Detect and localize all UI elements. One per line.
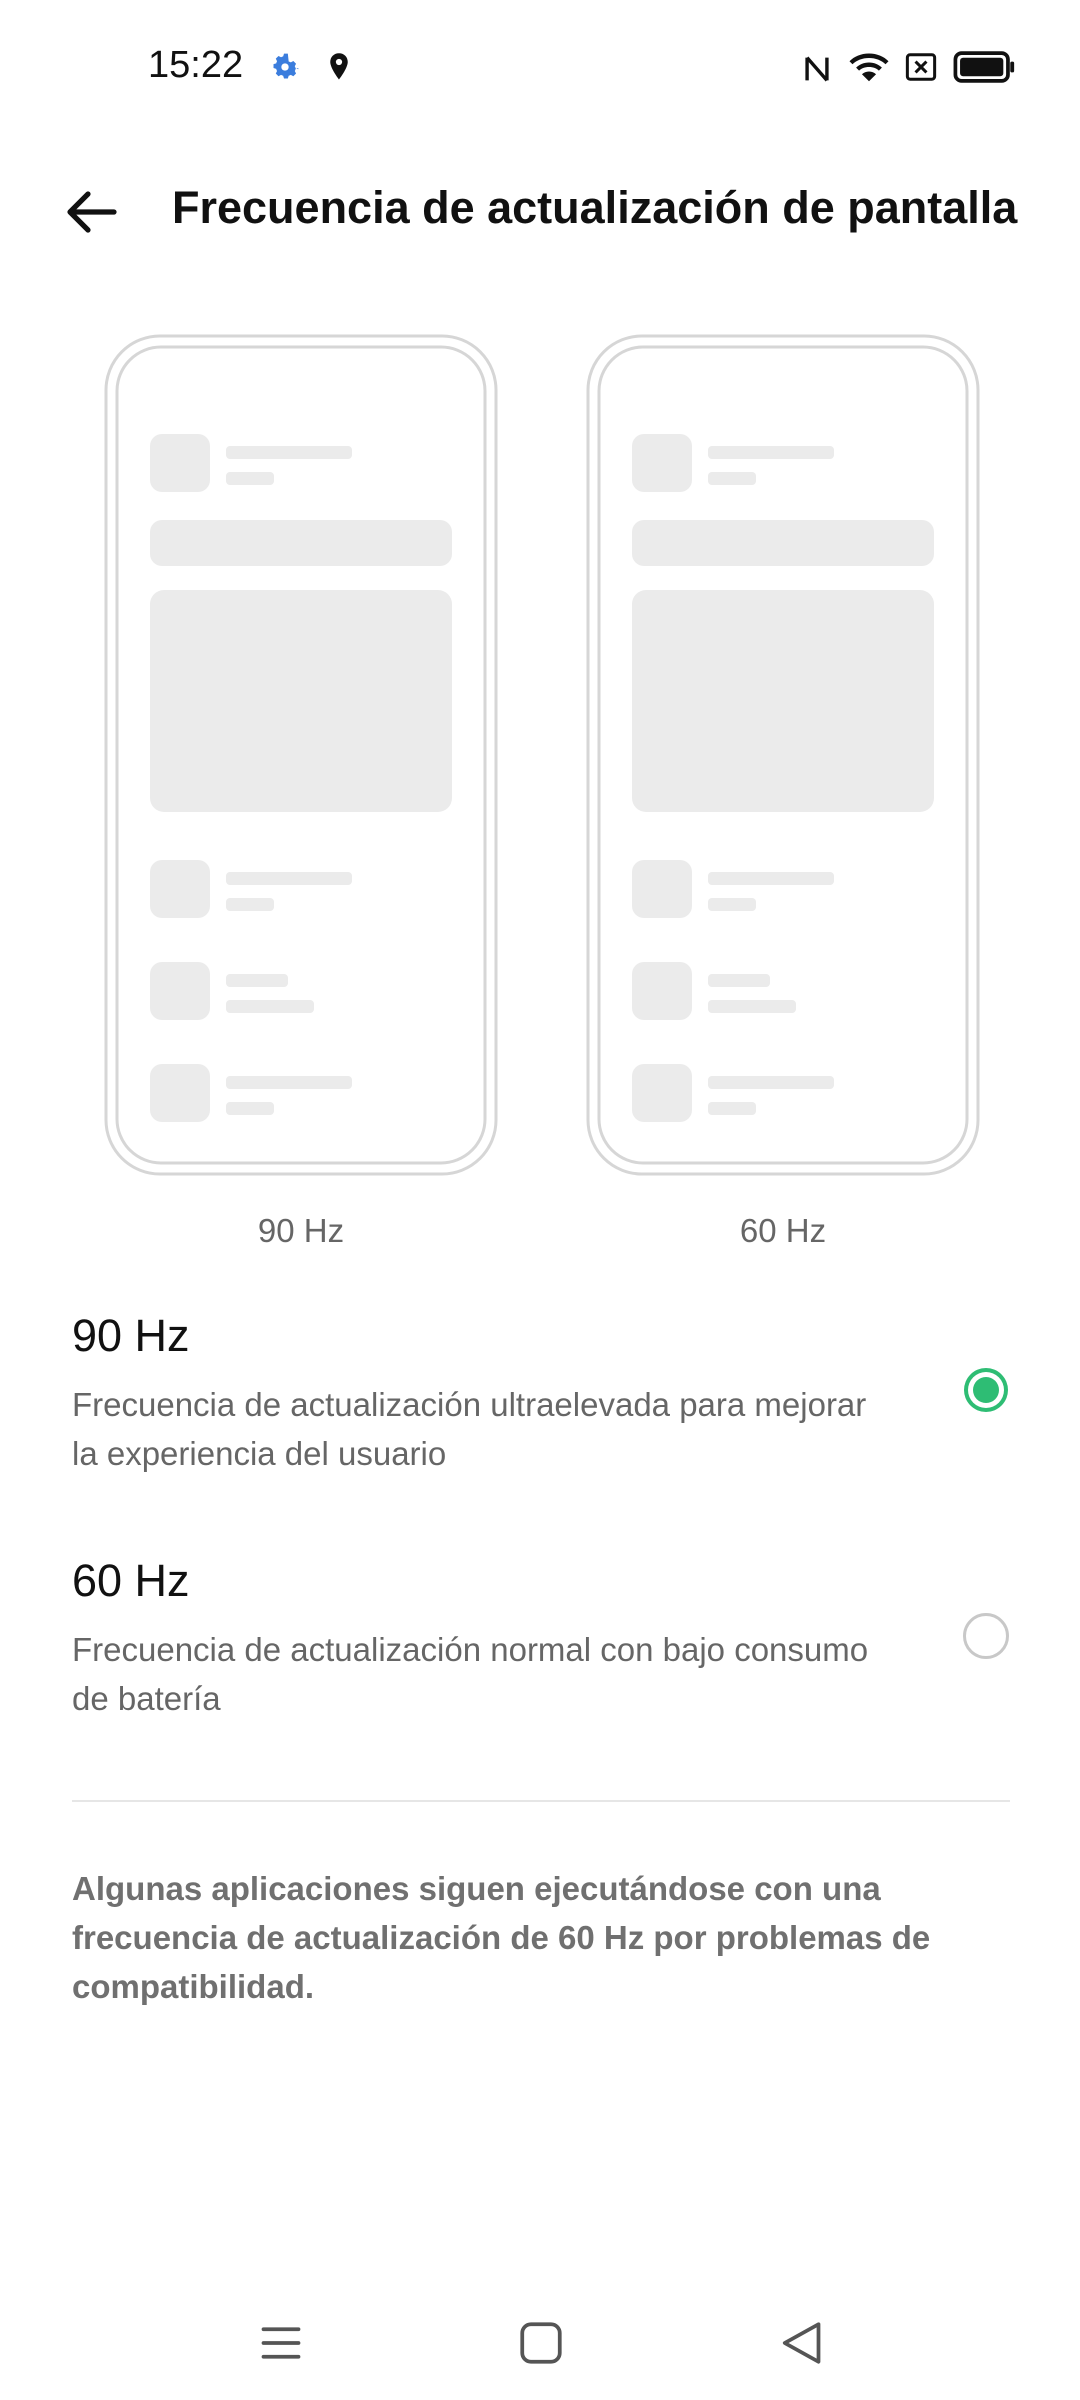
divider (72, 1800, 1010, 1802)
back-arrow-icon[interactable] (60, 180, 124, 244)
wifi-icon (849, 53, 889, 82)
preview-90hz-phone[interactable] (104, 334, 498, 1176)
option-60hz-description: Frecuencia de actualización normal con b… (72, 1631, 869, 1717)
page-title: Frecuencia de actualización de pantalla (172, 182, 1018, 233)
compatibility-note: Algunas aplicaciones siguen ejecutándose… (72, 1870, 931, 2005)
option-90hz[interactable]: 90 Hz Frecuencia de actualización ultrae… (72, 1310, 1072, 1478)
option-60hz-title: 60 Hz (72, 1555, 190, 1606)
status-bar: 15:22 (0, 0, 1080, 130)
battery-icon (953, 51, 1015, 83)
location-pin-icon (330, 53, 348, 80)
preview-90hz-label: 90 Hz (257, 1212, 345, 1249)
option-90hz-description: Frecuencia de actualización ultraelevada… (72, 1386, 867, 1472)
preview-60hz-label: 60 Hz (739, 1212, 827, 1249)
nfc-icon (805, 56, 829, 82)
no-sim-icon (905, 53, 937, 81)
home-square-icon[interactable] (516, 2318, 566, 2368)
gear-icon (273, 53, 299, 79)
status-time: 15:22 (148, 44, 244, 86)
phone-mockup-illustration (104, 334, 498, 1176)
preview-60hz-phone[interactable] (586, 334, 980, 1176)
radio-90hz-selected[interactable] (962, 1366, 1010, 1414)
phone-mockup-illustration (586, 334, 980, 1176)
option-60hz[interactable]: 60 Hz Frecuencia de actualización normal… (72, 1555, 1072, 1723)
menu-icon[interactable] (256, 2318, 306, 2368)
option-90hz-title: 90 Hz (72, 1310, 190, 1361)
back-triangle-icon[interactable] (776, 2318, 826, 2368)
radio-60hz-unselected[interactable] (962, 1612, 1010, 1660)
